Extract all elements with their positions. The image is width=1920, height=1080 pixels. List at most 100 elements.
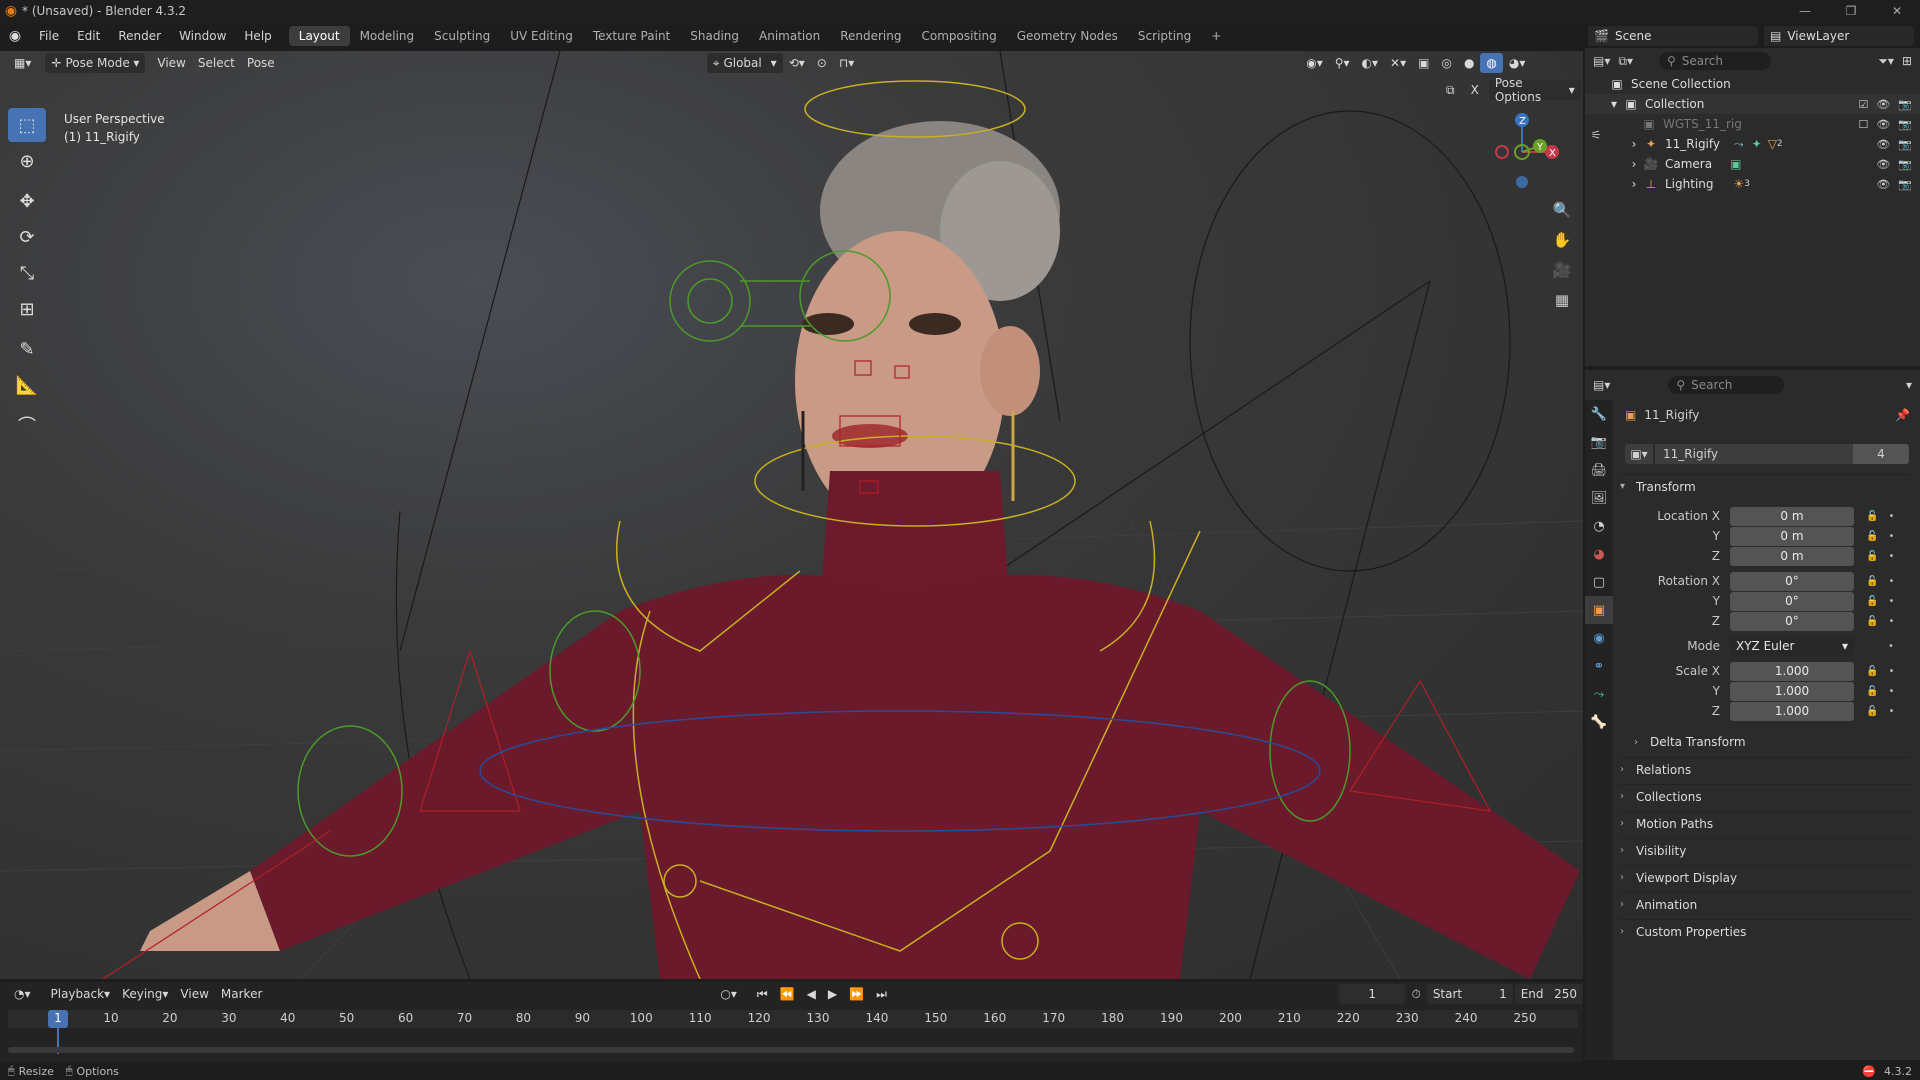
menu-pose[interactable]: Pose	[241, 53, 281, 73]
stopwatch-icon[interactable]: ⏱	[1405, 984, 1426, 1004]
menu-keying[interactable]: Keying ▾	[116, 984, 174, 1004]
tab-modeling[interactable]: Modeling	[350, 26, 425, 46]
delta-transform-panel[interactable]: › Delta Transform	[1634, 730, 1910, 754]
wireframe-shading-icon[interactable]: ◎	[1435, 53, 1457, 73]
lock-icon[interactable]: 🔓	[1866, 706, 1878, 717]
mode-selector[interactable]: ✛ Pose Mode ▾	[45, 53, 146, 73]
menu-view[interactable]: View	[151, 53, 191, 73]
viewport-display-panel[interactable]: › Viewport Display	[1620, 865, 1910, 889]
outliner-search-input[interactable]: ⚲ Search	[1658, 52, 1771, 70]
close-icon[interactable]: ✕	[1874, 4, 1920, 18]
relations-panel[interactable]: › Relations	[1620, 757, 1910, 781]
tab-rendering[interactable]: Rendering	[830, 26, 911, 46]
lock-icon[interactable]: 🔓	[1866, 551, 1878, 562]
rotation-mode-select[interactable]: XYZ Euler ▾	[1730, 636, 1854, 656]
keyframe-dot-icon[interactable]: •	[1888, 551, 1894, 562]
collection-tab-icon[interactable]: ▢	[1585, 568, 1613, 596]
filter-icon[interactable]: ⏷▾	[1878, 54, 1894, 69]
editor-type-button[interactable]: ◔▾	[8, 984, 37, 1004]
tab-compositing[interactable]: Compositing	[911, 26, 1006, 46]
lock-icon[interactable]: 🔓	[1866, 616, 1878, 627]
output-tab-icon[interactable]: 🖨	[1585, 456, 1613, 484]
pin-icon[interactable]: 📌	[1895, 408, 1910, 422]
start-frame-field[interactable]: Start 1	[1426, 984, 1513, 1004]
pose-tool-icon[interactable]: ⚟	[1585, 128, 1607, 142]
camera-render-icon[interactable]: 📷	[1898, 98, 1912, 111]
current-frame-field[interactable]: 1	[1338, 984, 1406, 1004]
menu-view[interactable]: View	[174, 984, 214, 1004]
blender-menu-icon[interactable]: ◉	[0, 28, 30, 44]
camera-render-icon[interactable]: 📷	[1898, 158, 1912, 171]
menu-marker[interactable]: Marker	[215, 984, 268, 1004]
eye-icon[interactable]: 👁	[1876, 118, 1890, 131]
transform-orientation-selector[interactable]: ⌖ Global ▾	[706, 53, 783, 73]
menu-select[interactable]: Select	[192, 53, 241, 73]
editor-type-button[interactable]: ▤▾	[1593, 54, 1610, 68]
constraints-tab-icon[interactable]: ⚭	[1585, 652, 1613, 680]
keyframe-dot-icon[interactable]: •	[1888, 531, 1894, 542]
eye-icon[interactable]: 👁	[1876, 138, 1890, 151]
chevron-down-icon[interactable]: ▾	[1906, 378, 1912, 392]
move-tool-icon[interactable]: ✥	[8, 184, 46, 218]
transform-tool-icon[interactable]: ⊞	[8, 292, 46, 326]
visibility-icon[interactable]: ◉▾	[1300, 53, 1329, 73]
chevron-right-icon[interactable]: ›	[1629, 157, 1639, 171]
eye-icon[interactable]: 👁	[1876, 98, 1890, 111]
motion-paths-panel[interactable]: › Motion Paths	[1620, 811, 1910, 835]
location-x-field[interactable]: 0 m	[1730, 506, 1854, 526]
keyframe-dot-icon[interactable]: •	[1888, 616, 1894, 627]
measure-tool-icon[interactable]: 📐	[8, 368, 46, 402]
play-icon[interactable]: ▶	[822, 984, 843, 1004]
annotate-tool-icon[interactable]: ✎	[8, 332, 46, 366]
menu-render[interactable]: Render	[109, 29, 170, 43]
select-box-tool-icon[interactable]: ⬚	[8, 108, 46, 142]
end-frame-field[interactable]: End 250	[1514, 984, 1583, 1004]
pose-options-button[interactable]: Pose Options ▾	[1488, 76, 1581, 104]
navigation-gizmo[interactable]: X Z Y	[1490, 110, 1570, 190]
lock-icon[interactable]: 🔓	[1866, 531, 1878, 542]
next-keyframe-icon[interactable]: ⏩	[843, 984, 870, 1004]
object-tab-icon[interactable]: ▣	[1585, 596, 1613, 624]
custom-properties-panel[interactable]: › Custom Properties	[1620, 919, 1910, 943]
checkbox-icon[interactable]: ☑	[1858, 98, 1868, 111]
overlay-toggle-icon[interactable]: ◐▾	[1356, 53, 1385, 73]
rotation-z-field[interactable]: 0°	[1730, 611, 1854, 631]
object-data-tab-icon[interactable]: ⤳	[1585, 680, 1613, 708]
pivot-icon[interactable]: ⟲▾	[783, 53, 811, 73]
scene-tab-icon[interactable]: ◔	[1585, 512, 1613, 540]
tab-shading[interactable]: Shading	[680, 26, 749, 46]
editor-type-button[interactable]: ▤▾	[1593, 378, 1610, 392]
tool-tab-icon[interactable]: 🔧	[1585, 400, 1613, 428]
collections-panel[interactable]: › Collections	[1620, 784, 1910, 808]
lock-icon[interactable]: 🔓	[1866, 511, 1878, 522]
rendered-shading-icon[interactable]: ◕▾	[1503, 53, 1532, 73]
chevron-down-icon[interactable]: ▾	[1609, 97, 1619, 111]
tab-scripting[interactable]: Scripting	[1128, 26, 1201, 46]
proportional-edit-icon[interactable]: ⊓▾	[833, 53, 860, 73]
editor-type-button[interactable]: ▦▾	[8, 53, 37, 73]
cursor-tool-icon[interactable]: ⊕	[8, 144, 46, 178]
datablock-name-field[interactable]: 11_Rigify	[1655, 444, 1853, 464]
rotation-y-field[interactable]: 0°	[1730, 591, 1854, 611]
chevron-right-icon[interactable]: ›	[1629, 177, 1639, 191]
view-layer-tab-icon[interactable]: 🖼	[1585, 484, 1613, 512]
tab-animation[interactable]: Animation	[749, 26, 830, 46]
ortho-grid-icon[interactable]: ▦	[1548, 286, 1576, 314]
eye-icon[interactable]: 👁	[1876, 178, 1890, 191]
viewlayer-selector[interactable]: ▤ ViewLayer	[1764, 25, 1914, 46]
gizmo-toggle-icon[interactable]: ⚲▾	[1329, 53, 1356, 73]
physics-tab-icon[interactable]: ◉	[1585, 624, 1613, 652]
pan-hand-icon[interactable]: ✋	[1548, 226, 1576, 254]
prev-keyframe-icon[interactable]: ⏪	[774, 984, 801, 1004]
menu-edit[interactable]: Edit	[68, 29, 109, 43]
outliner-row-rigify[interactable]: › ✦ 11_Rigify ⤳ ✦ ▽ 2 👁 📷	[1585, 134, 1920, 154]
scene-selector[interactable]: 🎬 Scene	[1588, 25, 1758, 46]
rotate-tool-icon[interactable]: ⟳	[8, 220, 46, 254]
lock-icon[interactable]: 🔓	[1866, 596, 1878, 607]
keyframe-dot-icon[interactable]: •	[1888, 596, 1894, 607]
location-y-field[interactable]: 0 m	[1730, 526, 1854, 546]
timeline-scrollbar[interactable]	[8, 1047, 1574, 1053]
keyframe-dot-icon[interactable]: •	[1888, 511, 1894, 522]
outliner-row-lighting[interactable]: › ⊥ Lighting ☀ 3 👁 📷	[1585, 174, 1920, 194]
tab-sculpting[interactable]: Sculpting	[424, 26, 500, 46]
